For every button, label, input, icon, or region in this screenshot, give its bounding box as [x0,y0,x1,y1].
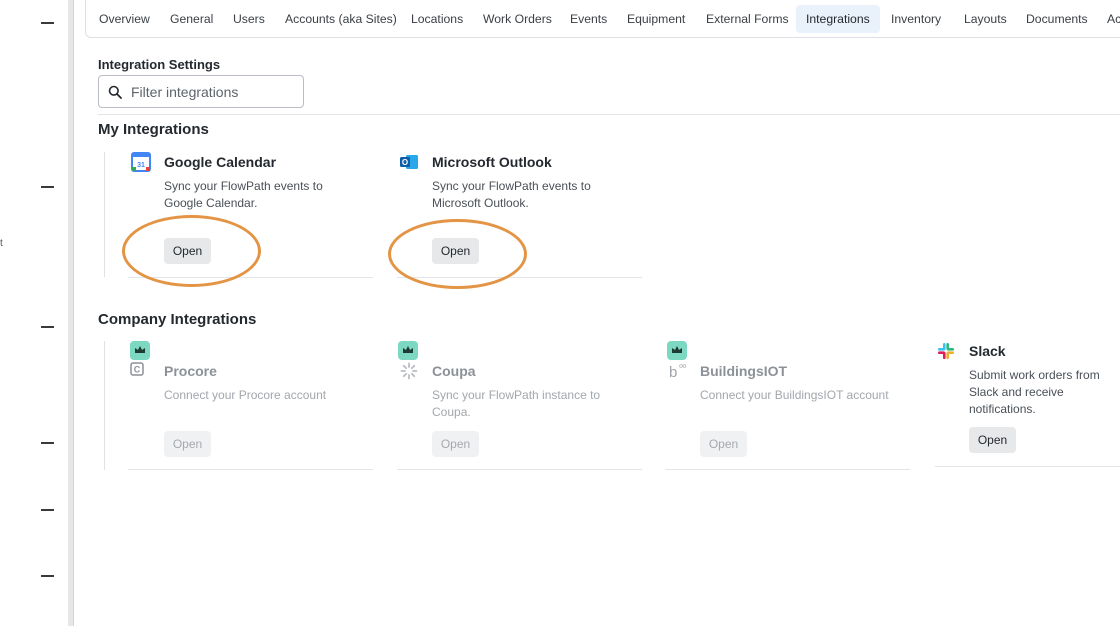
buildingsiot-icon: b [669,364,687,380]
filter-integrations-input[interactable] [131,76,299,107]
sidebar-stray-text: t [0,238,3,249]
section-rule [104,152,105,277]
premium-crown-icon [398,341,418,360]
card-description: Sync your FlowPath instance to Coupa. [432,388,601,419]
card-title: Procore [164,363,217,379]
filter-integrations-field[interactable] [98,75,304,108]
microsoft-outlook-icon-text: O [402,158,408,167]
company-integrations-title: Company Integrations [98,311,257,328]
microsoft-outlook-icon: O [400,155,418,169]
procore-icon: C [130,362,144,376]
tab-layouts[interactable]: Layouts [954,5,1017,33]
card-description: Connect your BuildingsIOT account [700,388,889,402]
section-rule [104,341,105,470]
google-calendar-icon: 31 [131,152,151,172]
tab-work-orders[interactable]: Work Orders [473,5,562,33]
collapse-dash-icon[interactable] [41,22,54,24]
tab-users[interactable]: Users [223,5,275,33]
collapse-dash-icon[interactable] [41,509,54,511]
highlight-ring [388,219,527,289]
card-divider [128,469,373,470]
card-title: BuildingsIOT [700,363,788,379]
tab-external-forms[interactable]: External Forms [696,5,799,33]
card-divider [935,466,1120,467]
tab-documents[interactable]: Documents [1016,5,1098,33]
card-title: Slack [969,343,1006,359]
tab-accounts[interactable]: Accounts (aka Sites) [275,5,407,33]
tab-locations[interactable]: Locations [401,5,473,33]
coupa-icon [400,362,418,380]
slack-open-button[interactable]: Open [969,427,1016,453]
tab-overview[interactable]: Overview [89,5,160,33]
collapse-dash-icon[interactable] [41,575,54,577]
collapse-dash-icon[interactable] [41,442,54,444]
card-divider [397,469,642,470]
buildingsiot-open-button[interactable]: Open [700,431,747,457]
card-description: Submit work orders from Slack and receiv… [969,368,1100,416]
premium-crown-icon [130,341,150,360]
sidebar-resize-handle[interactable] [68,0,74,626]
integration-settings-title: Integration Settings [98,57,221,72]
tab-events[interactable]: Events [560,5,617,33]
tab-equipment[interactable]: Equipment [617,5,695,33]
procore-open-button[interactable]: Open [164,431,211,457]
coupa-open-button[interactable]: Open [432,431,479,457]
card-description: Sync your FlowPath events to Google Cale… [164,179,323,210]
collapse-dash-icon[interactable] [41,326,54,328]
card-title: Microsoft Outlook [432,154,552,170]
procore-icon-text: C [134,365,141,375]
card-description: Connect your Procore account [164,388,327,402]
card-title: Google Calendar [164,154,277,170]
google-calendar-icon-text: 31 [137,162,145,169]
highlight-ring [122,215,261,287]
premium-crown-icon [667,341,687,360]
tab-general[interactable]: General [160,5,223,33]
slack-icon [938,343,954,359]
card-title: Coupa [432,363,476,379]
my-integrations-title: My Integrations [98,121,209,138]
card-description: Sync your FlowPath events to Microsoft O… [432,179,591,210]
tab-inventory[interactable]: Inventory [881,5,951,33]
search-icon [108,85,122,99]
buildingsiot-icon-text: b [669,364,677,380]
left-sidebar: t [0,0,68,626]
settings-tab-bar: Overview General Users Accounts (aka Sit… [85,0,1120,38]
divider [98,114,1120,115]
card-divider [665,469,910,470]
collapse-dash-icon[interactable] [41,186,54,188]
tab-ac[interactable]: Ac [1097,5,1120,33]
tab-integrations[interactable]: Integrations [796,5,880,33]
